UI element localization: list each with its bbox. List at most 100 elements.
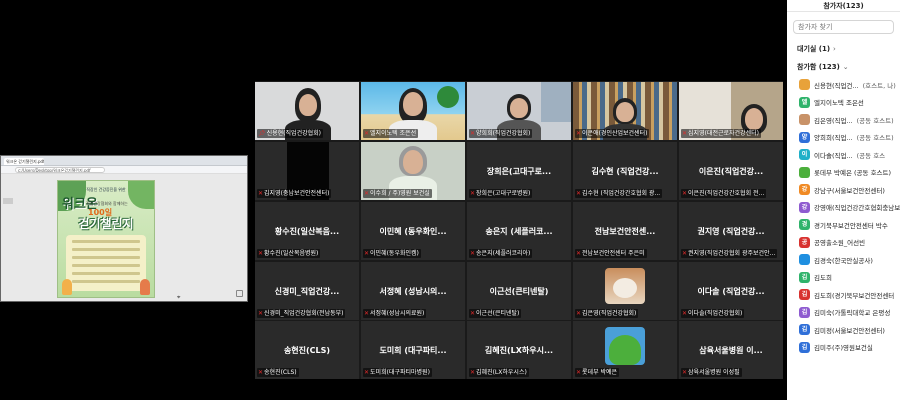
participant-row-name: 강남구(서울보건안전센터) bbox=[814, 186, 885, 195]
mic-muted-icon: ✕ bbox=[470, 130, 476, 137]
participant-row[interactable]: 김경숙(한국안실공사) bbox=[787, 251, 900, 269]
avatar: 김 bbox=[799, 341, 810, 353]
participant-row-name: 김도희 bbox=[814, 274, 832, 283]
avatar: 김 bbox=[799, 271, 810, 283]
cursor-icon: ⌖ bbox=[177, 294, 181, 301]
video-tile[interactable]: 신경미_직업건강... ✕신경미_직업건강협회(전남동부) bbox=[255, 262, 359, 320]
avatar: 양 bbox=[799, 131, 810, 143]
video-tile[interactable]: 이은진(직업건강... ✕이은진(직업건강간호협회 전... bbox=[679, 142, 783, 200]
in-meeting-label: 참가함 (123) bbox=[797, 63, 840, 71]
video-tile[interactable]: ✕양희희(직업건강협회) bbox=[467, 82, 571, 140]
panel-title: 참가자(123) bbox=[787, 0, 900, 12]
participant-name-label: ✕서정혜(성남시의료원) bbox=[363, 309, 427, 318]
participant-row[interactable]: 김 김미숙(가톨릭대학교 은평성 bbox=[787, 304, 900, 322]
avatar: 공 bbox=[799, 236, 810, 248]
participant-name: 이수희 / 주)영원 보건실 bbox=[370, 190, 430, 197]
video-tile[interactable]: 전남보건안전센... ✕전남보건안전센터 주은미 bbox=[573, 202, 677, 260]
pdf-sidebar-toggle-icon[interactable] bbox=[3, 198, 13, 204]
video-tile[interactable]: ✕이수희 / 주)영원 보건실 bbox=[361, 142, 465, 200]
participant-name: 김수현 (직업건강간호협회 광... bbox=[582, 190, 661, 197]
poster-info-box bbox=[66, 235, 146, 291]
participant-name: 황수진(일산복음병원) bbox=[264, 250, 319, 257]
participant-name: 김은영(직업건강협회) bbox=[582, 310, 637, 317]
participant-name-label: ✕황수진(일산복음병원) bbox=[257, 249, 321, 258]
participant-row-name: 경기북부보건안전센터 박수 bbox=[814, 221, 888, 230]
video-tile[interactable]: 이민혜 (동우화인... ✕이민혜(동우화인켐) bbox=[361, 202, 465, 260]
participant-row-name: 롯데부 박예은 (공동 호스트) bbox=[814, 169, 892, 178]
participant-name-label: ✕권지영(직업건강협회 광주보건안... bbox=[681, 249, 778, 258]
participant-row[interactable]: 롯데부 박예은 (공동 호스트) bbox=[787, 164, 900, 182]
participant-row[interactable]: 이 이다솔(직업... (공동 호스 bbox=[787, 146, 900, 164]
video-tile[interactable]: 송현진(CLS) ✕송현진(CLS) bbox=[255, 321, 359, 379]
mic-muted-icon: ✕ bbox=[576, 310, 582, 317]
poster-main-heading: 걷기챌린지 bbox=[78, 217, 134, 231]
video-tile[interactable]: 이근선(큰티넨탈) ✕이근선(큰티넨탈) bbox=[467, 262, 571, 320]
video-tile[interactable]: 장희은(고대구로... ✕장희은(고대구로병원) bbox=[467, 142, 571, 200]
participant-name-label: ✕심지영(대전근로자건강센터) bbox=[681, 129, 761, 138]
participant-row[interactable]: 김 김미주(주)영원보건실 bbox=[787, 339, 900, 357]
url-field[interactable]: c:/Users/Desktop/워크온걷기챌린지.pdf bbox=[15, 167, 105, 173]
participant-row[interactable]: 엘 엘지이노텍 조은선 bbox=[787, 94, 900, 112]
participant-row[interactable]: 김은영(직업... (공동 호스트) bbox=[787, 111, 900, 129]
video-tile[interactable]: 김수현 (직업건강... ✕김수현 (직업건강간호협회 광... bbox=[573, 142, 677, 200]
cat-avatar bbox=[605, 268, 645, 304]
participant-row-name: 양희희(직업... bbox=[814, 134, 853, 143]
chevron-right-icon: › bbox=[833, 45, 836, 53]
participant-name: 김지영(충남보건안전센터) bbox=[264, 190, 330, 197]
video-tile[interactable]: 황수진(일산복음... ✕황수진(일산복음병원) bbox=[255, 202, 359, 260]
participant-name: 신경미_직업건강협회(전남동부) bbox=[264, 310, 344, 317]
mic-muted-icon: ✕ bbox=[576, 250, 582, 257]
video-tile[interactable]: 📌︎신용현(직업건강협회) bbox=[255, 82, 359, 140]
participant-row[interactable]: 김 김도희(경기북부보건안전센터 bbox=[787, 286, 900, 304]
participant-search-input[interactable]: 참가자 찾기 bbox=[793, 20, 894, 34]
participant-row[interactable]: 경 경기북부보건안전센터 박수 bbox=[787, 216, 900, 234]
video-tile[interactable]: 김혜진(LX하우시... ✕김혜진(LX하우시스) bbox=[467, 321, 571, 379]
participant-center-name: 장희은(고대구로... bbox=[486, 167, 552, 176]
video-tile[interactable]: ✕심지영(대전근로자건강센터) bbox=[679, 82, 783, 140]
participant-center-name: 이은진(직업건강... bbox=[698, 167, 764, 176]
mic-muted-icon: ✕ bbox=[258, 369, 264, 376]
video-tile[interactable]: ✕김지영(충남보건안전센터) bbox=[255, 142, 359, 200]
avatar bbox=[799, 166, 810, 178]
zoom-icon[interactable] bbox=[236, 290, 243, 297]
video-tile[interactable]: 서정혜 (성남시의... ✕서정혜(성남시의료원) bbox=[361, 262, 465, 320]
mic-muted-icon: ✕ bbox=[364, 369, 370, 376]
video-tile[interactable]: 송은지 (세플러코... ✕송은지(세플러코리아) bbox=[467, 202, 571, 260]
video-tile[interactable]: 도미희 (대구파티... ✕도미희(대구파티마병원) bbox=[361, 321, 465, 379]
video-tile[interactable]: 권지영 (직업건강... ✕권지영(직업건강협회 광주보건안... bbox=[679, 202, 783, 260]
video-tile[interactable]: ✕김은영(직업건강협회) bbox=[573, 262, 677, 320]
avatar: 김 bbox=[799, 324, 810, 336]
participant-row[interactable]: 김 김도희 bbox=[787, 269, 900, 287]
participant-name-label: ✕양희희(직업건강협회) bbox=[469, 129, 533, 138]
pin-icon: 📌︎ bbox=[258, 130, 266, 137]
participant-name-label: ✕삼육서울병원 이성필 bbox=[681, 368, 742, 377]
video-tile[interactable]: ✕이은애(경인산업보건센터) bbox=[573, 82, 677, 140]
participant-row[interactable]: 공 공영출소원_어선빈 bbox=[787, 234, 900, 252]
mic-muted-icon: ✕ bbox=[258, 310, 264, 317]
video-tile[interactable]: ✕롯데부 박예은 bbox=[573, 321, 677, 379]
video-tile[interactable]: 이다솔 (직업건강... ✕이다솔(직업건강협회) bbox=[679, 262, 783, 320]
character-illustration bbox=[62, 279, 72, 295]
participant-center-name: 권지영 (직업건강... bbox=[697, 227, 765, 236]
in-meeting-section[interactable]: 참가함 (123) ⌄ bbox=[787, 58, 900, 76]
mic-muted-icon: ✕ bbox=[258, 250, 264, 257]
frog-avatar bbox=[605, 327, 645, 365]
video-tile[interactable]: 삼육서울병원 이... ✕삼육서울병원 이성필 bbox=[679, 321, 783, 379]
participant-name: 엘지이노텍 조은선 bbox=[370, 130, 417, 137]
participant-row[interactable]: 양 양희희(직업... (공동 호스트) bbox=[787, 129, 900, 147]
participant-row-name: 김경숙(한국안실공사) bbox=[814, 256, 873, 265]
participant-row[interactable]: 강 강영애(직업건강간호협회충남보건 bbox=[787, 199, 900, 217]
video-tile[interactable]: ✕엘지이노텍 조은선 bbox=[361, 82, 465, 140]
participant-row[interactable]: 신용현(직업건... (호스트, 나) bbox=[787, 76, 900, 94]
participant-row[interactable]: 김 김미정(서울보건안전센터) bbox=[787, 321, 900, 339]
participant-center-name: 김혜진(LX하우시... bbox=[484, 346, 554, 355]
participant-role: (공동 호스트) bbox=[856, 116, 894, 125]
mic-muted-icon: ✕ bbox=[258, 190, 264, 197]
mic-muted-icon: ✕ bbox=[364, 310, 370, 317]
participant-row[interactable]: 강 강남구(서울보건안전센터) bbox=[787, 181, 900, 199]
waiting-room-section[interactable]: 대기실 (1) › bbox=[787, 40, 900, 58]
participant-name: 이은애(경인산업보건센터) bbox=[582, 130, 648, 137]
participant-name-label: ✕이다솔(직업건강협회) bbox=[681, 309, 745, 318]
participant-name-label: ✕송현진(CLS) bbox=[257, 368, 299, 377]
browser-tab[interactable]: 워크온 걷기챌린지.pdf bbox=[4, 158, 44, 165]
